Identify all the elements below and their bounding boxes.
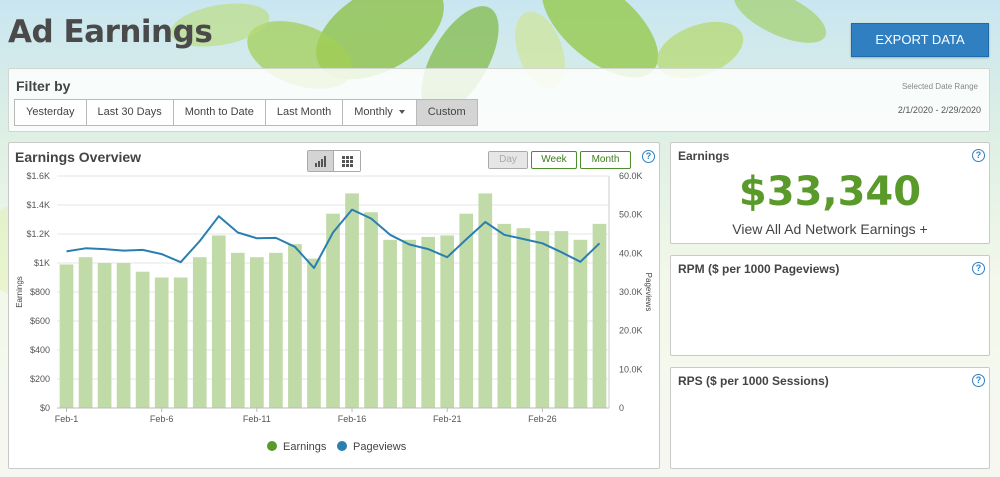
help-icon[interactable]: ? (642, 150, 655, 163)
earnings-bar (440, 235, 455, 408)
page-title: Ad Earnings (8, 14, 213, 50)
earnings-bar (211, 235, 226, 408)
x-tick-label: Feb-11 (243, 414, 271, 424)
y-left-tick-label: $600 (30, 316, 50, 326)
y-right-tick-label: 50.0K (619, 210, 643, 220)
earnings-overview-chart: $0 $200 $400 $600 $800 $1K $1.2K $1.4K $1.6K 0 10.… (15, 171, 653, 453)
earnings-bar (535, 231, 550, 408)
earnings-bar (135, 271, 150, 408)
rpm-card-title: RPM ($ per 1000 Pageviews) (678, 262, 840, 276)
bar-chart-icon[interactable] (308, 151, 334, 171)
overview-title: Earnings Overview (15, 149, 142, 165)
earnings-bar (269, 252, 283, 408)
earnings-bar (230, 252, 245, 408)
earnings-bar (516, 228, 531, 408)
legend-earnings-label: Earnings (283, 441, 327, 453)
filter-last-month-button[interactable]: Last Month (265, 100, 344, 125)
filter-button-group: Yesterday Last 30 Days Month to Date Las… (14, 99, 478, 126)
earnings-card: Earnings ? $33,340 View All Ad Network E… (670, 142, 990, 244)
earnings-bar (173, 277, 188, 408)
filter-last-30-days-button[interactable]: Last 30 Days (86, 100, 174, 125)
earnings-bar (402, 239, 416, 408)
earnings-bar (97, 263, 112, 408)
y-left-tick-label: $1K (34, 258, 50, 268)
y-right-tick-label: 40.0K (619, 248, 643, 258)
y-left-tick-label: $200 (30, 374, 50, 384)
y-left-tick-label: $800 (30, 287, 50, 297)
y-right-tick-label: 20.0K (619, 326, 643, 336)
filter-monthly-dropdown[interactable]: Monthly (343, 100, 417, 125)
x-tick-label: Feb-1 (55, 414, 79, 424)
earnings-bar (288, 244, 302, 408)
total-earnings-value: $33,340 (738, 169, 922, 215)
legend-earnings-marker (267, 441, 277, 451)
period-day-button[interactable]: Day (488, 151, 528, 169)
earnings-bar (421, 236, 436, 408)
export-data-button[interactable]: EXPORT DATA (851, 23, 989, 57)
filter-panel: Filter by Yesterday Last 30 Days Month t… (8, 68, 990, 132)
earnings-card-title: Earnings (678, 149, 730, 163)
y-left-tick-label: $400 (30, 345, 50, 355)
filter-month-to-date-button[interactable]: Month to Date (173, 100, 266, 125)
filter-monthly-label: Monthly (354, 106, 393, 118)
period-month-button[interactable]: Month (580, 151, 631, 169)
y-left-tick-label: $1.2K (26, 229, 50, 239)
earnings-bar (116, 263, 131, 408)
grid-icon[interactable] (334, 151, 360, 171)
view-all-earnings-link[interactable]: View All Ad Network Earnings + (671, 221, 989, 237)
selected-range-value: 2/1/2020 - 2/29/2020 (897, 105, 981, 115)
caret-down-icon (398, 110, 405, 115)
view-toggle (307, 150, 361, 172)
earnings-bar (554, 231, 569, 408)
help-icon[interactable]: ? (972, 262, 985, 275)
earnings-bar (383, 239, 397, 408)
filter-yesterday-button[interactable]: Yesterday (15, 100, 87, 125)
earnings-bar (497, 223, 512, 408)
earnings-bar (307, 258, 321, 408)
y-left-tick-label: $0 (40, 403, 50, 413)
y-right-tick-label: 10.0K (619, 364, 643, 374)
x-tick-label: Feb-16 (338, 414, 367, 424)
x-tick-label: Feb-21 (433, 414, 462, 424)
earnings-bar (78, 257, 93, 408)
earnings-bar (573, 239, 588, 408)
selected-range-label: Selected Date Range (901, 82, 978, 91)
earnings-bar (154, 277, 169, 408)
y-right-tick-label: 60.0K (619, 171, 643, 181)
y-left-tick-label: $1.6K (26, 171, 50, 181)
filter-title: Filter by (16, 78, 71, 94)
help-icon[interactable]: ? (972, 374, 985, 387)
y-axis-title: Earnings (15, 276, 24, 308)
period-week-button[interactable]: Week (531, 151, 577, 169)
filter-custom-button[interactable]: Custom (416, 100, 477, 125)
rpm-card: RPM ($ per 1000 Pageviews) ? (670, 255, 990, 356)
earnings-overview-panel: $0 $200 $400 $600 $800 $1K $1.2K $1.4K $1.6K 0 10.… (8, 142, 660, 469)
y-left-tick-label: $1.4K (26, 200, 50, 210)
earnings-bar (592, 223, 607, 408)
legend-pageviews-label: Pageviews (353, 441, 407, 453)
y-right-tick-label: 30.0K (619, 287, 643, 297)
rps-card: RPS ($ per 1000 Sessions) ? (670, 367, 990, 469)
earnings-bar (250, 257, 264, 408)
x-tick-label: Feb-26 (528, 414, 557, 424)
earnings-bar (345, 193, 359, 408)
y-right-axis-title: Pageviews (644, 273, 653, 312)
earnings-bar (59, 264, 74, 408)
earnings-bar (364, 212, 378, 408)
y-right-tick-label: 0 (619, 403, 624, 413)
earnings-bar (192, 257, 207, 408)
help-icon[interactable]: ? (972, 149, 985, 162)
legend-pageviews-marker (337, 441, 347, 451)
x-tick-label: Feb-6 (150, 414, 174, 424)
rps-card-title: RPS ($ per 1000 Sessions) (678, 374, 829, 388)
